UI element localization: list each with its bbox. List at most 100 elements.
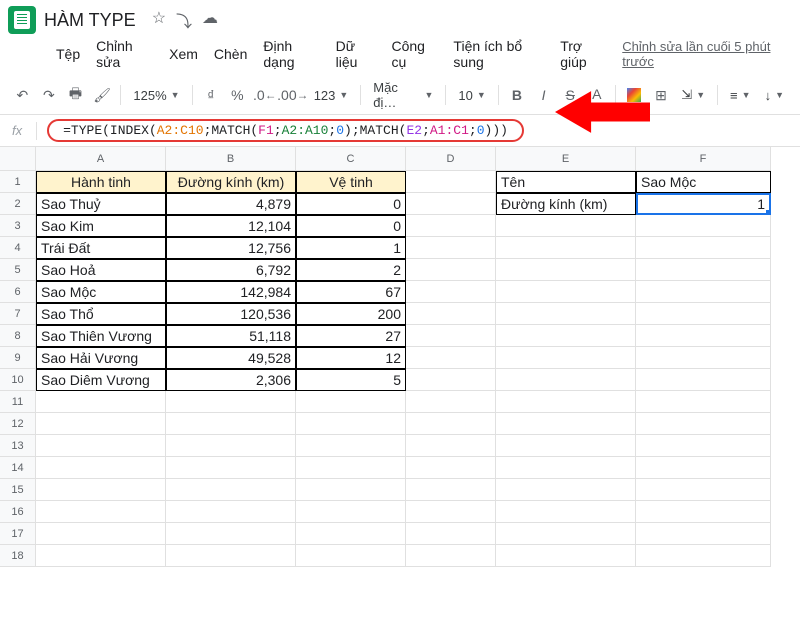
percent-format-button[interactable]: % xyxy=(227,83,248,107)
cell-d18[interactable] xyxy=(406,545,496,567)
cell-b6[interactable]: 142,984 xyxy=(166,281,296,303)
cell-e13[interactable] xyxy=(496,435,636,457)
bold-button[interactable]: B xyxy=(507,83,528,107)
cell-f3[interactable] xyxy=(636,215,771,237)
cell-e12[interactable] xyxy=(496,413,636,435)
font-size-dropdown[interactable]: 10▼ xyxy=(454,88,489,103)
strike-button[interactable]: S xyxy=(560,83,581,107)
cell-d11[interactable] xyxy=(406,391,496,413)
cell-a9[interactable]: Sao Hải Vương xyxy=(36,347,166,369)
row-header-1[interactable]: 1 xyxy=(0,171,36,193)
v-align-button[interactable]: ↓▼ xyxy=(761,88,788,103)
row-header-8[interactable]: 8 xyxy=(0,325,36,347)
cell-e16[interactable] xyxy=(496,501,636,523)
more-formats-dropdown[interactable]: 123▼ xyxy=(310,88,353,103)
menu-edit[interactable]: Chỉnh sửa xyxy=(96,38,153,70)
select-all-corner[interactable] xyxy=(0,147,36,171)
currency-format-button[interactable]: ₫ xyxy=(200,83,221,107)
cell-f9[interactable] xyxy=(636,347,771,369)
cell-a8[interactable]: Sao Thiên Vương xyxy=(36,325,166,347)
paint-format-icon[interactable]: 🖌 xyxy=(92,83,113,107)
cell-f10[interactable] xyxy=(636,369,771,391)
col-header-b[interactable]: B xyxy=(166,147,296,171)
col-header-e[interactable]: E xyxy=(496,147,636,171)
cell-f13[interactable] xyxy=(636,435,771,457)
cell-b11[interactable] xyxy=(166,391,296,413)
cell-a16[interactable] xyxy=(36,501,166,523)
cell-c14[interactable] xyxy=(296,457,406,479)
cell-f17[interactable] xyxy=(636,523,771,545)
cell-e14[interactable] xyxy=(496,457,636,479)
cell-a5[interactable]: Sao Hoả xyxy=(36,259,166,281)
print-icon[interactable]: 🖶 xyxy=(65,83,86,107)
menu-addons[interactable]: Tiện ích bổ sung xyxy=(453,38,544,70)
borders-button[interactable]: ⊞ xyxy=(651,83,672,107)
menu-help[interactable]: Trợ giúp xyxy=(560,38,606,70)
doc-title[interactable]: HÀM TYPE xyxy=(44,10,136,31)
cell-c4[interactable]: 1 xyxy=(296,237,406,259)
cell-a17[interactable] xyxy=(36,523,166,545)
cell-d13[interactable] xyxy=(406,435,496,457)
row-header-9[interactable]: 9 xyxy=(0,347,36,369)
cell-d17[interactable] xyxy=(406,523,496,545)
cell-a1[interactable]: Hành tinh xyxy=(36,171,166,193)
cell-d8[interactable] xyxy=(406,325,496,347)
cell-c1[interactable]: Vệ tinh xyxy=(296,171,406,193)
cell-b13[interactable] xyxy=(166,435,296,457)
cell-c13[interactable] xyxy=(296,435,406,457)
cell-a3[interactable]: Sao Kim xyxy=(36,215,166,237)
cell-b14[interactable] xyxy=(166,457,296,479)
cloud-icon[interactable]: ☁ xyxy=(202,8,218,32)
row-header-15[interactable]: 15 xyxy=(0,479,36,501)
decrease-decimal-button[interactable]: .0← xyxy=(254,83,276,107)
cell-f11[interactable] xyxy=(636,391,771,413)
cell-f18[interactable] xyxy=(636,545,771,567)
row-header-13[interactable]: 13 xyxy=(0,435,36,457)
col-header-d[interactable]: D xyxy=(406,147,496,171)
cell-b2[interactable]: 4,879 xyxy=(166,193,296,215)
cell-f4[interactable] xyxy=(636,237,771,259)
col-header-a[interactable]: A xyxy=(36,147,166,171)
merge-button[interactable]: ⇲▼ xyxy=(677,87,709,103)
cell-e2[interactable]: Đường kính (km) xyxy=(496,193,636,215)
cell-b12[interactable] xyxy=(166,413,296,435)
cell-d2[interactable] xyxy=(406,193,496,215)
menu-view[interactable]: Xem xyxy=(169,46,198,62)
cell-e11[interactable] xyxy=(496,391,636,413)
cell-c8[interactable]: 27 xyxy=(296,325,406,347)
cell-b8[interactable]: 51,118 xyxy=(166,325,296,347)
cell-a15[interactable] xyxy=(36,479,166,501)
cell-c18[interactable] xyxy=(296,545,406,567)
row-header-6[interactable]: 6 xyxy=(0,281,36,303)
h-align-button[interactable]: ≡▼ xyxy=(726,88,755,103)
row-header-7[interactable]: 7 xyxy=(0,303,36,325)
cell-b3[interactable]: 12,104 xyxy=(166,215,296,237)
cell-c15[interactable] xyxy=(296,479,406,501)
font-family-dropdown[interactable]: Mặc đị…▼ xyxy=(369,80,437,110)
cell-b17[interactable] xyxy=(166,523,296,545)
cell-d14[interactable] xyxy=(406,457,496,479)
cell-b4[interactable]: 12,756 xyxy=(166,237,296,259)
cell-f14[interactable] xyxy=(636,457,771,479)
cell-c16[interactable] xyxy=(296,501,406,523)
cell-e9[interactable] xyxy=(496,347,636,369)
cell-f7[interactable] xyxy=(636,303,771,325)
cell-f15[interactable] xyxy=(636,479,771,501)
cell-e4[interactable] xyxy=(496,237,636,259)
row-header-4[interactable]: 4 xyxy=(0,237,36,259)
cell-e17[interactable] xyxy=(496,523,636,545)
row-header-16[interactable]: 16 xyxy=(0,501,36,523)
col-header-f[interactable]: F xyxy=(636,147,771,171)
cell-a7[interactable]: Sao Thổ xyxy=(36,303,166,325)
cell-d12[interactable] xyxy=(406,413,496,435)
menu-data[interactable]: Dữ liệu xyxy=(336,38,376,70)
cell-b15[interactable] xyxy=(166,479,296,501)
cell-e8[interactable] xyxy=(496,325,636,347)
menu-file[interactable]: Tệp xyxy=(56,46,80,62)
cell-d1[interactable] xyxy=(406,171,496,193)
cell-a10[interactable]: Sao Diêm Vương xyxy=(36,369,166,391)
row-header-10[interactable]: 10 xyxy=(0,369,36,391)
undo-icon[interactable]: ↶ xyxy=(12,83,33,107)
cell-b10[interactable]: 2,306 xyxy=(166,369,296,391)
row-header-2[interactable]: 2 xyxy=(0,193,36,215)
